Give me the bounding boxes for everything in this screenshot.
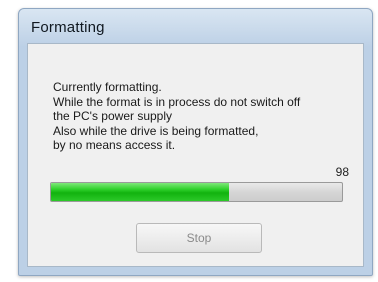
window-title: Formatting	[31, 19, 105, 36]
message-line: by no means access it.	[53, 138, 176, 152]
title-bar[interactable]: Formatting	[19, 9, 372, 43]
progress-percent-label: 98	[335, 165, 349, 179]
message-line: Currently formatting.	[53, 80, 162, 94]
message-line: the PC's power supply	[53, 109, 173, 123]
status-message: Currently formatting. While the format i…	[53, 80, 353, 153]
message-line: Also while the drive is being formatted,	[53, 123, 259, 138]
progress-bar-fill	[51, 183, 229, 201]
formatting-dialog: Formatting Currently formatting. While t…	[18, 8, 373, 276]
message-line: While the format is in process do not sw…	[53, 94, 301, 109]
progress-bar	[50, 182, 343, 202]
stop-button[interactable]: Stop	[136, 223, 262, 253]
dialog-content: Currently formatting. While the format i…	[27, 43, 364, 267]
